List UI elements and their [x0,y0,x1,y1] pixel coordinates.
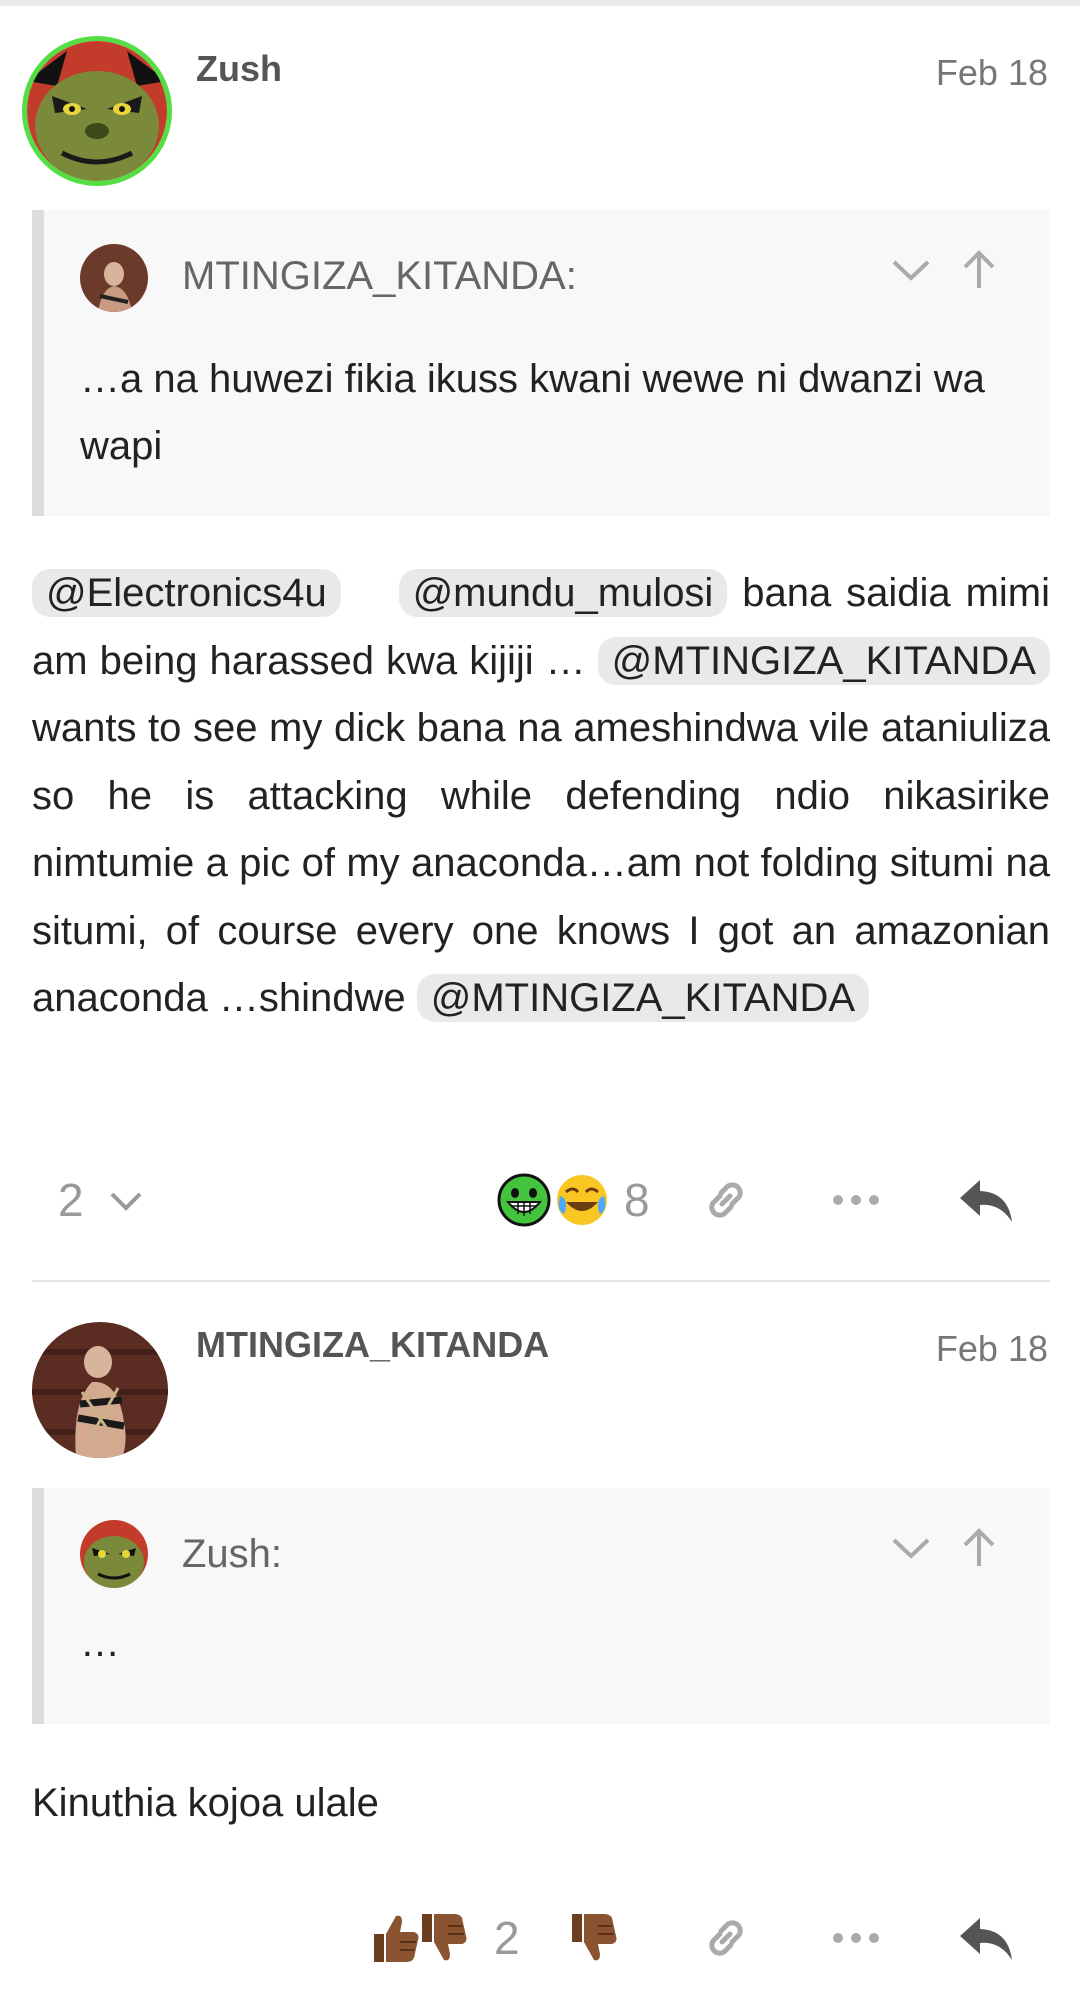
copy-link-button[interactable] [696,1160,756,1240]
copy-link-button[interactable] [696,1898,756,1978]
mention-link[interactable]: @Electronics4u [32,569,341,617]
chevron-down-icon [110,1192,142,1211]
reactions[interactable]: 2 [370,1898,520,1978]
thumbs-down-icon [422,1914,467,1961]
quote-avatar [80,1520,148,1588]
reply-button[interactable] [954,1898,1018,1978]
more-horizontal-icon [833,1933,879,1943]
mention-link[interactable]: @MTINGIZA_KITANDA [597,636,1050,685]
quote-block: Zush: … [32,1488,1050,1724]
reaction-count: 8 [624,1174,650,1226]
reaction-count: 2 [494,1912,520,1964]
arrow-up-icon[interactable] [958,1526,1000,1568]
quote-controls [890,248,1000,290]
link-icon [709,1182,743,1218]
reactions[interactable]: 8 [496,1160,650,1240]
dislike-button[interactable] [564,1898,624,1978]
more-options-button[interactable] [826,1160,886,1240]
post-mtingiza: MTINGIZA_KITANDA Feb 18 Zush: … Kinuthia… [0,1282,1080,1992]
post-zush: Zush Feb 18 MTINGIZA_KITANDA: …a na huwe… [0,0,1080,1290]
quote-text: … [80,1621,120,1665]
reply-icon [960,1180,1012,1222]
quote-text: …a na huwezi fikia ikuss kwani wewe ni d… [80,357,985,468]
quote-block: MTINGIZA_KITANDA: …a na huwezi fikia iku… [32,210,1050,516]
post-body: Kinuthia kojoa ulale [32,1781,379,1825]
user-photo-icon [32,1322,168,1458]
post-actions: 2 [0,1898,1080,1978]
mention-link[interactable]: @mundu_mulosi [398,569,728,617]
post-actions: 2 8 [0,1160,1080,1240]
quote-username[interactable]: MTINGIZA_KITANDA: [182,254,577,299]
grinch-avatar-icon [27,41,167,181]
arrow-up-icon[interactable] [958,248,1000,290]
quote-controls [890,1526,1000,1568]
link-icon [709,1920,743,1956]
quote-avatar [80,244,148,312]
post-date[interactable]: Feb 18 [936,1328,1048,1370]
tears-of-joy-emoji-icon [557,1175,607,1225]
user-avatar[interactable] [32,1322,168,1458]
post-body: @Electronics4u @mundu_mulosi bana saidia… [32,560,1050,1033]
chevron-down-icon[interactable] [890,1526,932,1568]
thumbs-up-icon [374,1915,419,1962]
replies-toggle[interactable]: 2 [58,1160,146,1240]
post-date[interactable]: Feb 18 [936,52,1048,94]
mention-link[interactable]: @MTINGIZA_KITANDA [416,974,870,1022]
quote-username[interactable]: Zush: [182,1532,282,1577]
post-username[interactable]: Zush [196,48,282,90]
user-photo-icon [80,244,148,312]
reply-icon [960,1918,1012,1960]
grinning-face-emoji-icon [497,1173,551,1227]
reply-button[interactable] [954,1160,1018,1240]
grinch-avatar-icon [80,1520,148,1588]
more-options-button[interactable] [826,1898,886,1978]
user-avatar[interactable] [22,36,172,186]
more-horizontal-icon [833,1195,879,1205]
post-body-text: wants to see my dick bana na ameshindwa … [32,706,1050,1020]
thumbs-down-icon [572,1914,617,1961]
post-username[interactable]: MTINGIZA_KITANDA [196,1324,549,1366]
replies-count: 2 [58,1174,84,1226]
chevron-down-icon[interactable] [890,248,932,290]
